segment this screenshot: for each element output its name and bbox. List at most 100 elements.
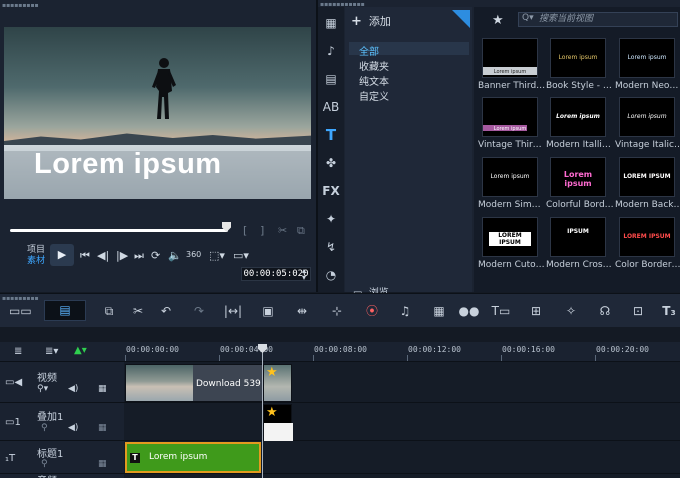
speed-icon[interactable]: ◔ (321, 265, 341, 285)
mask-icon[interactable]: ●● (458, 302, 480, 320)
mode-project[interactable]: 项目 (27, 245, 45, 256)
copy-icon[interactable]: ⧉ (98, 302, 120, 320)
video-track[interactable]: Download 539 Fre ★ (124, 362, 680, 403)
smart-proxy-icon[interactable]: ⊡ (627, 302, 649, 320)
expand-icon[interactable]: ⊹ (326, 302, 348, 320)
storyboard-view-button[interactable]: ▤ (44, 300, 86, 321)
track-header-title[interactable]: ₁T 标题1 ⚲ ▦ (0, 441, 124, 474)
thumb-banner-thirds[interactable]: Lorem ipsum (482, 38, 538, 78)
thumb-modern-neon[interactable]: Lorem ipsum (619, 38, 675, 78)
timecode-spinner[interactable]: ▴ ▾ (302, 267, 306, 282)
pin-icon[interactable] (452, 10, 470, 28)
track-header-video[interactable]: ▭◀ 视频 ⚲▾ ◀) ▦ (0, 362, 124, 403)
repeat-icon[interactable]: ⟳ (151, 249, 160, 262)
fit-project-icon[interactable]: |↔| (222, 302, 244, 320)
ripple-icon[interactable]: ▦ (98, 459, 107, 469)
mute-icon[interactable]: ◀) (68, 423, 78, 433)
thumb-modern-backlit[interactable]: LOREM IPSUM (619, 157, 675, 197)
motion-icon[interactable]: ✦ (321, 209, 341, 229)
category-all[interactable]: 全部 (359, 43, 379, 58)
path-icon[interactable]: ↯ (321, 237, 341, 257)
overlay-track[interactable]: ★ (124, 403, 680, 441)
track-options-icon[interactable]: ≣▾ (45, 346, 58, 357)
track-header-overlay[interactable]: ▭1 叠加1 ⚲ ◀) ▦ (0, 403, 124, 441)
mode-clip[interactable]: 素材 (27, 256, 45, 267)
play-button[interactable]: ▶ (50, 244, 74, 266)
timecode-display[interactable]: 00:00:05:020 (241, 267, 311, 281)
transition-clip[interactable]: ★ (263, 364, 292, 402)
audio-mixer-icon[interactable]: ♫ (394, 302, 416, 320)
thumb-modern-italics[interactable]: Lorem ipsum (550, 97, 606, 137)
record-icon[interactable]: ⦿ (361, 302, 383, 320)
resize-icon[interactable]: ⬚▾ (209, 249, 225, 262)
ripple-icon[interactable]: ▦ (98, 384, 107, 394)
volume-icon[interactable]: 🔈 (168, 249, 182, 262)
filter-icon[interactable]: FX (321, 181, 341, 201)
trim-icon[interactable]: ⇹ (291, 302, 313, 320)
split-clip-icon[interactable]: ✂ (278, 224, 287, 237)
enlarge-preview-icon[interactable]: ⧉ (297, 224, 305, 238)
previous-frame-icon[interactable]: ◀| (97, 249, 109, 262)
playhead-line[interactable] (262, 344, 263, 478)
category-plain-text[interactable]: 纯文本 (359, 73, 389, 88)
next-frame-icon[interactable]: |▶ (116, 249, 128, 262)
thumb-modern-simple[interactable]: Lorem ipsum (482, 157, 538, 197)
category-custom[interactable]: 自定义 (359, 88, 389, 103)
motion-track-icon[interactable]: ✧ (560, 302, 582, 320)
link-icon[interactable]: ⚲▾ (37, 384, 48, 394)
multicam-icon[interactable]: ▦ (428, 302, 450, 320)
ruler-tick (407, 355, 408, 361)
track-name: 视频 (37, 373, 57, 384)
scrub-bar[interactable] (10, 229, 228, 232)
360-view-icon[interactable]: 360 (186, 250, 201, 259)
go-to-end-icon[interactable]: ⏭ (134, 249, 144, 263)
title-track[interactable]: T Lorem ipsum (124, 441, 680, 474)
3d-title-icon[interactable]: T₃ (658, 302, 680, 320)
media-icon[interactable]: ▦ (321, 13, 341, 33)
audio-icon[interactable]: ♪ (321, 41, 341, 61)
tools-icon[interactable]: ✂ (127, 302, 149, 320)
transition-icon[interactable]: ▤ (321, 69, 341, 89)
split-screen-icon[interactable]: ⊞ (525, 302, 547, 320)
panel-grip[interactable]: ▪▪▪▪▪▪▪▪▪ (2, 3, 39, 9)
link-icon[interactable]: ⚲ (41, 459, 48, 469)
title-icon[interactable]: T (321, 125, 341, 145)
crop-icon[interactable]: ▣ (257, 302, 279, 320)
go-to-start-icon[interactable]: ⏮ (80, 249, 90, 263)
track-manager-icon[interactable]: ≣ (14, 346, 22, 357)
mute-icon[interactable]: ◀) (68, 384, 78, 394)
thumb-modern-cutout[interactable]: LOREM IPSUM (482, 217, 538, 257)
category-favorites[interactable]: 收藏夹 (359, 58, 389, 73)
add-category-button[interactable]: + 添加 (351, 13, 391, 29)
audio-track[interactable] (124, 474, 680, 478)
graphics-icon[interactable]: ✤ (321, 153, 341, 173)
subtitle-editor-icon[interactable]: T▭ (490, 302, 512, 320)
timeline-tracks[interactable]: Download 539 Fre ★ ★ T Lorem ipsum (124, 362, 680, 478)
thumb-book-style[interactable]: Lorem ipsum (550, 38, 606, 78)
track-header-audio[interactable]: 音频 (0, 474, 124, 478)
search-input[interactable]: 搜索当前视图 (518, 12, 678, 27)
snapshot-icon[interactable]: ▭▾ (233, 249, 249, 262)
overlay-title-text[interactable]: Lorem ipsum (34, 148, 222, 181)
ripple-icon[interactable]: ▦ (98, 423, 107, 433)
link-icon[interactable]: ⚲ (41, 423, 48, 433)
title-clip[interactable]: T Lorem ipsum (125, 442, 261, 473)
timeline-view-icon[interactable]: ▭▭ (9, 302, 32, 320)
thumb-color-border[interactable]: LOREM IPSUM (619, 217, 675, 257)
redo-icon[interactable]: ↷ (188, 302, 210, 320)
video-clip[interactable]: Download 539 Fre (125, 364, 263, 402)
add-track-icon[interactable]: ▲▾ (74, 345, 87, 356)
caption-icon[interactable]: AB (321, 97, 341, 117)
thumb-vintage-italics[interactable]: Lorem ipsum (619, 97, 675, 137)
thumb-vintage-thirds[interactable]: Lorem ipsum (482, 97, 538, 137)
favorite-star-icon[interactable]: ★ (492, 13, 504, 28)
ruler-label: 00:00:00:00 (126, 345, 179, 354)
thumb-colorful-border[interactable]: Lorem ipsum (550, 157, 606, 197)
auto-music-icon[interactable]: ☊ (594, 302, 616, 320)
undo-icon[interactable]: ↶ (155, 302, 177, 320)
timeline-ruler[interactable]: 00:00:00:00 00:00:04:00 00:00:08:00 00:0… (124, 342, 680, 362)
mark-out-icon[interactable]: ] (260, 224, 264, 237)
mark-in-icon[interactable]: [ (243, 224, 247, 237)
thumb-modern-cross[interactable]: IPSUM (550, 217, 606, 257)
overlay-clip[interactable]: ★ (263, 404, 293, 441)
